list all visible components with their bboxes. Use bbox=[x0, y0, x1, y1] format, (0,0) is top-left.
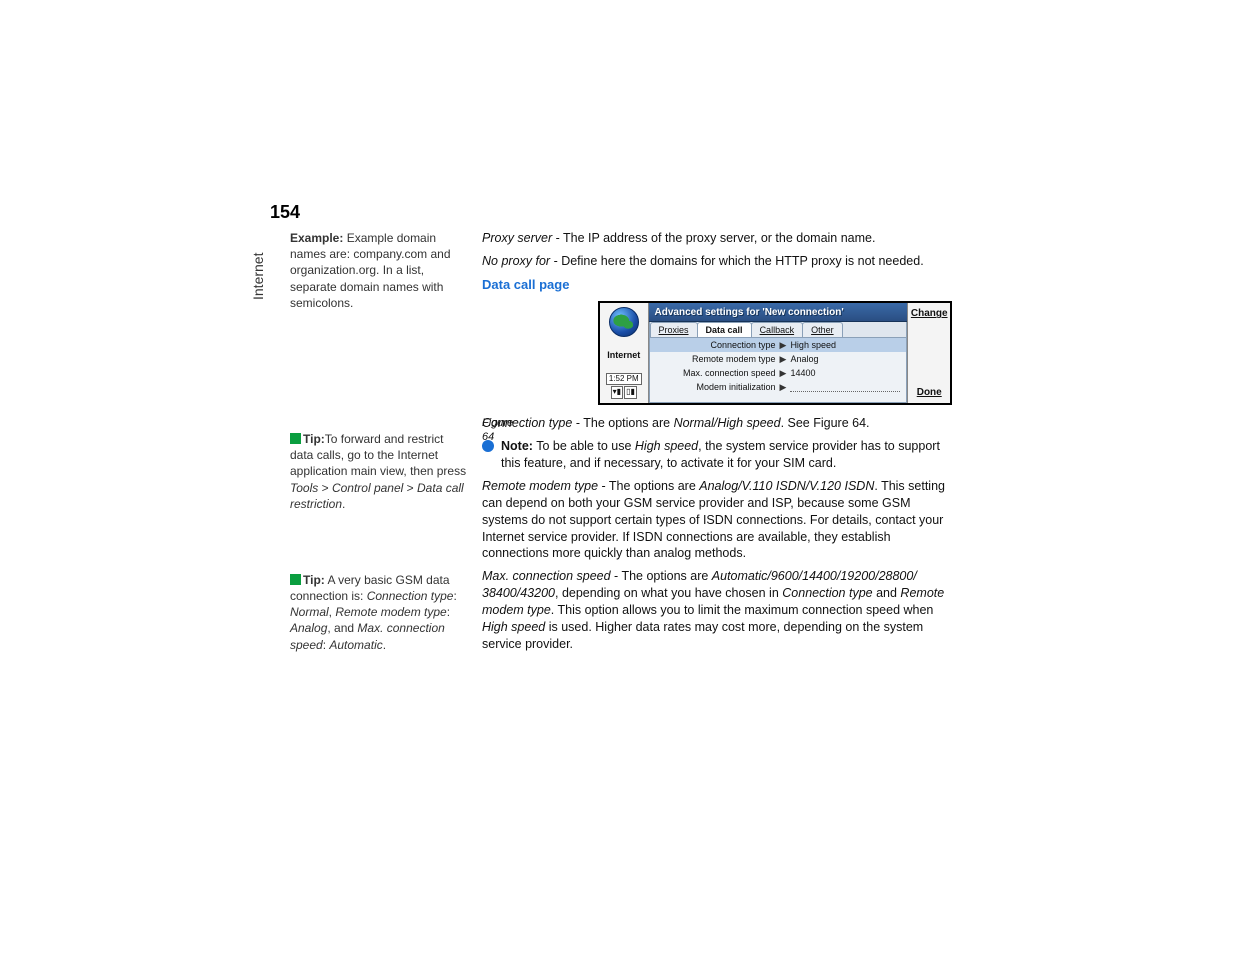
tab-callback-label: Callback bbox=[760, 325, 795, 335]
tip-2-rmt: Remote modem type bbox=[335, 605, 446, 619]
device-window-body: Proxies Data call Callback Other Connect… bbox=[649, 322, 908, 403]
row-remote-modem-type[interactable]: Remote modem type▶Analog bbox=[650, 352, 907, 366]
tip-1-lead: Tip: bbox=[303, 432, 325, 446]
softkey-done[interactable]: Done bbox=[917, 386, 942, 400]
row-label: Connection type bbox=[656, 339, 780, 351]
no-proxy-item: No proxy for - Define here the domains f… bbox=[482, 253, 952, 270]
device-tabs: Proxies Data call Callback Other bbox=[650, 322, 907, 338]
device-titlebar: Advanced settings for 'New connection' bbox=[649, 303, 908, 322]
device-app-label: Internet bbox=[607, 349, 640, 361]
proxy-server-term: Proxy server bbox=[482, 231, 552, 245]
tip-1: Tip:To forward and restrict data calls, … bbox=[290, 431, 470, 512]
proxy-server-item: Proxy server - The IP address of the pro… bbox=[482, 230, 952, 247]
tip-2-ct-v: Normal bbox=[290, 605, 329, 619]
max-speed-term: Max. connection speed bbox=[482, 569, 611, 583]
remote-modem-text-a: - The options are bbox=[598, 479, 699, 493]
row-value-empty bbox=[790, 382, 900, 392]
row-value: High speed bbox=[790, 339, 836, 351]
max-speed-text-e: is used. Higher data rates may cost more… bbox=[482, 620, 923, 651]
connection-type-text-b: . See Figure 64. bbox=[781, 416, 870, 430]
max-speed-text-d: . This option allows you to limit the ma… bbox=[551, 603, 934, 617]
row-max-connection-speed[interactable]: Max. connection speed▶14400 bbox=[650, 366, 907, 380]
tab-proxies-label: Proxies bbox=[659, 325, 689, 335]
tip-2-rmt-v: Analog bbox=[290, 621, 327, 635]
no-proxy-term: No proxy for bbox=[482, 254, 550, 268]
chevron-right-icon: ▶ bbox=[780, 339, 787, 351]
tip-2-mcs-v: Automatic bbox=[329, 638, 382, 652]
max-speed-item: Max. connection speed - The options are … bbox=[482, 568, 952, 652]
note-block: Note: To be able to use High speed, the … bbox=[482, 438, 952, 472]
max-speed-text-c: and bbox=[873, 586, 901, 600]
tab-data-call-label: Data call bbox=[706, 325, 743, 335]
tip-1-sep2: > bbox=[403, 481, 417, 495]
remote-modem-item: Remote modem type - The options are Anal… bbox=[482, 478, 952, 562]
main-content: Proxy server - The IP address of the pro… bbox=[482, 230, 952, 659]
connection-type-item: Connection type - The options are Normal… bbox=[482, 415, 952, 432]
tip-2-and: , and bbox=[327, 621, 357, 635]
tip-2: Tip: A very basic GSM data connection is… bbox=[290, 572, 470, 653]
tip-1-period: . bbox=[342, 497, 345, 511]
connection-type-text-a: - The options are bbox=[572, 416, 673, 430]
chevron-right-icon: ▶ bbox=[780, 353, 787, 365]
tip-1-path-b: Control panel bbox=[332, 481, 403, 495]
note-hs: High speed bbox=[635, 439, 698, 453]
tab-other-label: Other bbox=[811, 325, 834, 335]
tip-1-path-a: Tools bbox=[290, 481, 318, 495]
tab-other[interactable]: Other bbox=[802, 322, 843, 337]
row-connection-type[interactable]: Connection type▶High speed bbox=[650, 338, 907, 352]
device-center: Advanced settings for 'New connection' P… bbox=[649, 303, 908, 403]
example-lead: Example: bbox=[290, 231, 343, 245]
tip-2-ct: Connection type bbox=[367, 589, 454, 603]
max-speed-text-a: - The options are bbox=[611, 569, 712, 583]
connection-type-opts: Normal/High speed bbox=[674, 416, 781, 430]
device-status-icons: ▾▮▯▮ bbox=[611, 386, 637, 399]
tip-2-rmt-sep: : bbox=[447, 605, 450, 619]
device-softkeys: Change Done bbox=[907, 303, 950, 403]
tab-proxies[interactable]: Proxies bbox=[650, 322, 698, 337]
tab-callback[interactable]: Callback bbox=[751, 322, 804, 337]
proxy-server-text: - The IP address of the proxy server, or… bbox=[552, 231, 875, 245]
internet-globe-icon bbox=[609, 307, 639, 337]
figure-caption: Figure 64 bbox=[482, 416, 528, 446]
max-speed-hs: High speed bbox=[482, 620, 545, 634]
tab-data-call[interactable]: Data call bbox=[697, 322, 752, 337]
tip-2-ct-sep: : bbox=[453, 589, 456, 603]
margin-notes: Example: Example domain names are: compa… bbox=[290, 230, 470, 763]
page-number: 154 bbox=[270, 202, 300, 223]
tip-2-lead: Tip: bbox=[303, 573, 325, 587]
section-side-label: Internet bbox=[250, 253, 266, 300]
row-label: Max. connection speed bbox=[656, 367, 780, 379]
max-speed-text-b: , depending on what you have chosen in bbox=[555, 586, 782, 600]
row-label: Modem initialization bbox=[656, 381, 780, 393]
tip-icon bbox=[290, 574, 301, 585]
tip-1-sep1: > bbox=[318, 481, 332, 495]
remote-modem-opts: Analog/V.110 ISDN/V.120 ISDN bbox=[699, 479, 874, 493]
max-speed-ct: Connection type bbox=[782, 586, 872, 600]
softkey-change[interactable]: Change bbox=[911, 307, 948, 321]
no-proxy-text: - Define here the domains for which the … bbox=[550, 254, 924, 268]
heading-data-call-page: Data call page bbox=[482, 276, 952, 294]
row-label: Remote modem type bbox=[656, 353, 780, 365]
tip-icon bbox=[290, 433, 301, 444]
row-value: Analog bbox=[790, 353, 818, 365]
row-modem-initialization[interactable]: Modem initialization▶ bbox=[650, 380, 907, 394]
remote-modem-term: Remote modem type bbox=[482, 479, 598, 493]
row-value: 14400 bbox=[790, 367, 815, 379]
device-settings-list: Connection type▶High speed Remote modem … bbox=[650, 338, 907, 394]
device-screenshot: Internet 1:52 PM ▾▮▯▮ Advanced settings … bbox=[598, 301, 952, 405]
note-text-a: To be able to use bbox=[533, 439, 635, 453]
example-note: Example: Example domain names are: compa… bbox=[290, 230, 470, 311]
tip-2-period: . bbox=[383, 638, 386, 652]
chevron-right-icon: ▶ bbox=[780, 381, 787, 393]
device-left-pane: Internet 1:52 PM ▾▮▯▮ bbox=[600, 303, 649, 403]
chevron-right-icon: ▶ bbox=[780, 367, 787, 379]
device-clock: 1:52 PM bbox=[606, 373, 642, 386]
